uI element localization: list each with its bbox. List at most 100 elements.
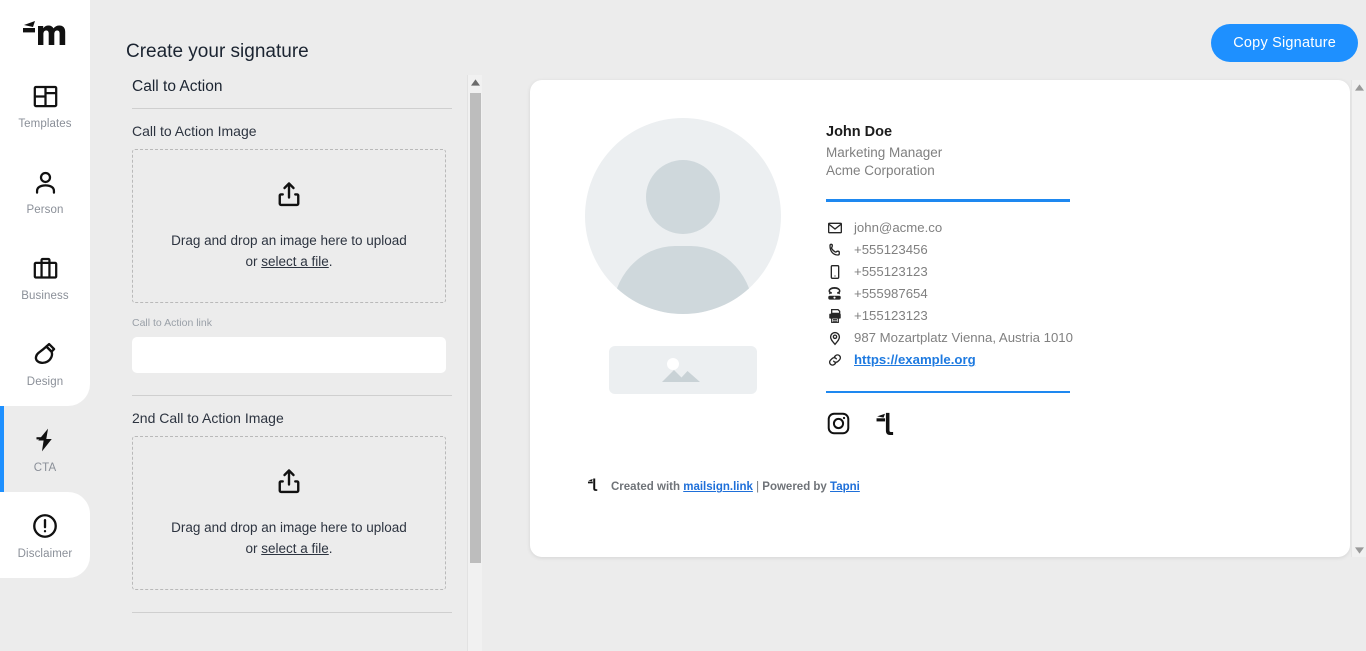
footer-separator: |	[752, 481, 763, 494]
sidebar-item-list: Templates Person Business Design CTA Dis…	[0, 62, 90, 578]
sidebar-item-design[interactable]: Design	[0, 320, 90, 406]
footer-credit-text: Created with mailsign.link | Powered by …	[611, 481, 860, 493]
instagram-icon[interactable]	[826, 411, 851, 441]
dropzone-period: .	[328, 540, 333, 556]
contact-row: +555987654	[826, 283, 1350, 305]
signature-company: Acme Corporation	[826, 163, 935, 179]
sidebar-item-label: Business	[21, 290, 69, 302]
cta-image-label: Call to Action Image	[132, 123, 257, 139]
dropzone-text: Drag and drop an image here to upload or…	[171, 231, 407, 273]
divider	[132, 395, 452, 396]
contact-value: +155123123	[854, 308, 928, 324]
upload-icon	[274, 180, 304, 215]
contact-value: +555123123	[854, 264, 928, 280]
copy-signature-button[interactable]: Copy Signature	[1211, 24, 1358, 62]
mailsign-logo-icon	[23, 21, 66, 45]
form-scrollbar-thumb[interactable]	[470, 93, 481, 563]
footer-created-with: Created with	[611, 481, 684, 494]
brush-icon	[29, 338, 61, 370]
sidebar-item-templates[interactable]: Templates	[0, 62, 90, 148]
telephone-icon	[826, 285, 843, 302]
dropzone-line1: Drag and drop an image here to upload	[171, 519, 407, 535]
cta-image-dropzone[interactable]: Drag and drop an image here to upload or…	[132, 149, 446, 303]
form-scrollbar[interactable]	[467, 75, 482, 651]
dropzone-or: or	[245, 540, 262, 556]
cta-link-input[interactable]	[132, 337, 446, 373]
tapni-link[interactable]: Tapni	[830, 481, 860, 493]
phone-icon	[826, 241, 843, 258]
avatar-head	[646, 160, 720, 234]
mailsign-link[interactable]: mailsign.link	[683, 481, 753, 493]
select-a-file-link[interactable]: select a file	[261, 254, 329, 269]
dropzone-period: .	[328, 253, 333, 269]
person-icon	[29, 166, 61, 198]
contact-row: +555123123	[826, 261, 1350, 283]
contact-row: +155123123	[826, 305, 1350, 327]
location-pin-icon	[826, 329, 843, 346]
contact-row: john@acme.co	[826, 217, 1350, 239]
dropzone-line1: Drag and drop an image here to upload	[171, 232, 407, 248]
select-a-file-link[interactable]: select a file	[261, 541, 329, 556]
contact-value: john@acme.co	[854, 220, 943, 236]
link-icon	[826, 351, 843, 368]
sidebar-tail	[0, 578, 90, 588]
avatar-body	[612, 246, 754, 314]
contact-value: +555987654	[854, 286, 928, 302]
scroll-down-arrow-icon[interactable]	[1352, 543, 1366, 557]
templates-icon	[29, 80, 61, 112]
signature-name: John Doe	[826, 124, 893, 140]
divider	[132, 612, 452, 613]
app-logo[interactable]	[0, 0, 90, 62]
app-root: Templates Person Business Design CTA Dis…	[0, 0, 1366, 651]
signature-details-column: John Doe Marketing Manager Acme Corporat…	[587, 118, 1350, 497]
sidebar-item-cta[interactable]: CTA	[0, 406, 90, 492]
briefcase-icon	[29, 252, 61, 284]
signature-media-column	[578, 118, 788, 497]
sidebar-item-business[interactable]: Business	[0, 234, 90, 320]
divider	[132, 108, 452, 109]
footer-powered-by: Powered by	[762, 481, 831, 494]
contact-row: 987 Mozartplatz Vienna, Austria 1010	[826, 327, 1350, 349]
signature-role: Marketing Manager	[826, 145, 943, 160]
sidebar-item-disclaimer[interactable]: Disclaimer	[0, 492, 90, 578]
section-title-call-to-action: Call to Action	[132, 78, 223, 95]
contact-value: +555123456	[854, 242, 928, 258]
logo-placeholder[interactable]	[609, 346, 757, 394]
sidebar-item-person[interactable]: Person	[0, 148, 90, 234]
mobile-icon	[826, 263, 843, 280]
form-scroll-region: Call to Action Call to Action Image Drag…	[90, 64, 482, 651]
signature-social-list	[826, 411, 1350, 441]
dropzone-text: Drag and drop an image here to upload or…	[171, 518, 407, 560]
sidebar-item-label: Templates	[18, 118, 72, 130]
image-placeholder-icon	[662, 358, 700, 382]
signature-divider-top	[826, 199, 1070, 202]
preview-area: Copy Signature John Doe Marketing Manage…	[482, 0, 1366, 651]
scroll-up-arrow-icon[interactable]	[1352, 80, 1366, 94]
signature-preview-card: John Doe Marketing Manager Acme Corporat…	[530, 80, 1350, 557]
sidebar-item-label: Design	[26, 376, 64, 388]
sidebar-item-label: CTA	[33, 462, 57, 474]
cta-link-label: Call to Action link	[132, 317, 212, 329]
cta-image2-label: 2nd Call to Action Image	[132, 410, 284, 426]
preview-scrollbar[interactable]	[1351, 80, 1366, 557]
tapni-icon[interactable]	[873, 411, 898, 441]
signature-footer: Created with mailsign.link | Powered by …	[586, 477, 1350, 497]
form-panel: Create your signature Call to Action Cal…	[90, 0, 482, 651]
avatar-placeholder[interactable]	[585, 118, 781, 314]
signature-contact-list: john@acme.co +555123456 +555123123 +5559…	[826, 217, 1350, 371]
website-link[interactable]: https://example.org	[854, 352, 976, 367]
signature-divider-bottom	[826, 390, 1070, 394]
alert-circle-icon	[29, 510, 61, 542]
contact-value: 987 Mozartplatz Vienna, Austria 1010	[854, 330, 1073, 346]
bolt-icon	[29, 424, 61, 456]
scroll-up-arrow-icon[interactable]	[468, 75, 482, 89]
page-title: Create your signature	[126, 40, 309, 62]
tapni-icon	[586, 477, 600, 497]
dropzone-or: or	[245, 253, 262, 269]
cta-image2-dropzone[interactable]: Drag and drop an image here to upload or…	[132, 436, 446, 590]
contact-row: +555123456	[826, 239, 1350, 261]
sidebar-item-label: Person	[26, 204, 64, 216]
upload-icon	[274, 467, 304, 502]
sidebar-nav: Templates Person Business Design CTA Dis…	[0, 0, 90, 651]
sidebar-item-label: Disclaimer	[17, 548, 73, 560]
